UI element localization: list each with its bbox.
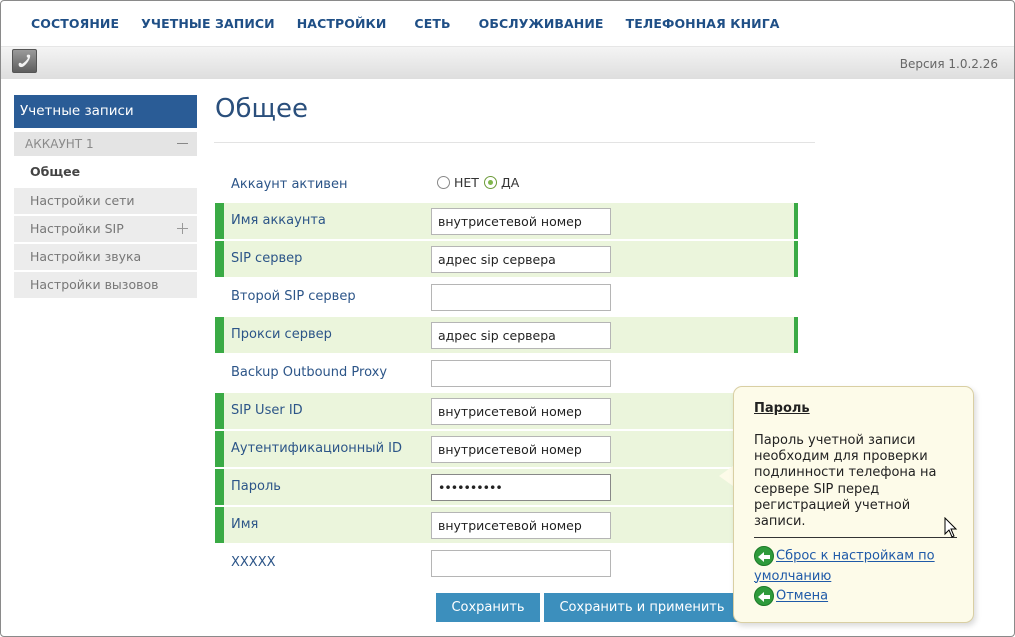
field-row: SIP User ID xyxy=(215,393,798,429)
field-label: Пароль xyxy=(231,479,281,494)
expand-icon[interactable] xyxy=(177,223,188,234)
account-active-radios: НЕТ ДА xyxy=(437,175,524,190)
sidebar-section-accounts[interactable]: Учетные записи xyxy=(14,95,197,128)
sidebar-account-1[interactable]: АККАУНТ 1 xyxy=(14,132,197,156)
nav-network[interactable]: СЕТЬ xyxy=(414,16,450,31)
tooltip-pointer xyxy=(719,466,733,486)
sidebar-item-audio[interactable]: Настройки звука xyxy=(14,244,197,270)
secondary-sip-server-input[interactable] xyxy=(431,284,611,311)
header-bar xyxy=(1,46,1014,79)
mouse-cursor-icon xyxy=(944,517,958,538)
xxxxx-input[interactable] xyxy=(431,550,611,577)
sidebar-item-calls[interactable]: Настройки вызовов xyxy=(14,272,197,298)
firmware-version: Версия 1.0.2.26 xyxy=(899,57,998,71)
field-label: Backup Outbound Proxy xyxy=(231,365,388,380)
field-row: Прокси сервер xyxy=(215,317,798,353)
field-row: XXXXX xyxy=(215,545,798,581)
account-name-input[interactable] xyxy=(431,208,611,235)
reset-defaults-label: Сброс к настройкам по умолчанию xyxy=(754,548,935,584)
field-label: Имя xyxy=(231,517,259,532)
auth-id-input[interactable] xyxy=(431,436,611,463)
nav-status[interactable]: СОСТОЯНИЕ xyxy=(31,16,119,31)
field-label: Имя аккаунта xyxy=(231,213,326,228)
tooltip-divider xyxy=(754,537,957,538)
field-label: SIP сервер xyxy=(231,251,303,266)
field-row: Аутентификационный ID xyxy=(215,431,798,467)
account-header-label: АККАУНТ 1 xyxy=(25,137,94,151)
password-input[interactable] xyxy=(431,474,611,501)
field-row: Имя аккаунта xyxy=(215,203,798,239)
sidebar-item-general[interactable]: Общее xyxy=(14,159,197,185)
nav-phonebook[interactable]: ТЕЛЕФОННАЯ КНИГА xyxy=(626,16,780,31)
nav-accounts[interactable]: УЧЕТНЫЕ ЗАПИСИ xyxy=(141,16,275,31)
sip-user-id-input[interactable] xyxy=(431,398,611,425)
radio-yes[interactable] xyxy=(483,176,497,189)
field-label: XXXXX xyxy=(231,555,276,570)
cancel-link[interactable]: Отмена xyxy=(754,586,828,607)
reset-defaults-link[interactable]: Сброс к настройкам по умолчанию xyxy=(754,546,973,587)
radio-yes-label: ДА xyxy=(500,175,520,190)
page-title: Общее xyxy=(215,94,308,124)
field-row: Пароль xyxy=(215,469,798,505)
nav-maintenance[interactable]: ОБСЛУЖИВАНИЕ xyxy=(479,16,604,31)
field-row: Backup Outbound Proxy xyxy=(215,355,798,391)
phone-icon xyxy=(12,49,37,73)
proxy-server-input[interactable] xyxy=(431,322,611,349)
save-button[interactable]: Сохранить xyxy=(436,593,540,622)
field-row: Второй SIP сервер xyxy=(215,279,798,315)
back-arrow-icon xyxy=(754,546,774,566)
display-name-input[interactable] xyxy=(431,512,611,539)
cancel-label: Отмена xyxy=(776,588,829,604)
sip-server-input[interactable] xyxy=(431,246,611,273)
field-label: SIP User ID xyxy=(231,403,303,418)
sidebar-item-sip[interactable]: Настройки SIP xyxy=(14,216,197,242)
account-active-label: Аккаунт активен xyxy=(231,177,348,192)
field-row: Имя xyxy=(215,507,798,543)
top-navigation: СОСТОЯНИЕ УЧЕТНЫЕ ЗАПИСИ НАСТРОЙКИ СЕТЬ … xyxy=(1,1,1014,45)
sidebar-item-network[interactable]: Настройки сети xyxy=(14,188,197,214)
save-apply-button[interactable]: Сохранить и применить xyxy=(544,593,740,622)
title-divider xyxy=(214,142,815,143)
sidebar-item-sip-label: Настройки SIP xyxy=(30,221,124,236)
field-row: SIP сервер xyxy=(215,241,798,277)
back-arrow-icon xyxy=(754,586,774,606)
app-window: СОСТОЯНИЕ УЧЕТНЫЕ ЗАПИСИ НАСТРОЙКИ СЕТЬ … xyxy=(0,0,1015,637)
tooltip-title: Пароль xyxy=(754,401,810,416)
field-label: Аутентификационный ID xyxy=(231,441,402,456)
radio-no-label: НЕТ xyxy=(454,175,479,190)
help-tooltip: Пароль Пароль учетной записи необходим д… xyxy=(733,386,974,623)
tooltip-body: Пароль учетной записи необходим для пров… xyxy=(754,433,937,530)
backup-proxy-input[interactable] xyxy=(431,360,611,387)
field-label: Второй SIP сервер xyxy=(231,289,356,304)
nav-settings[interactable]: НАСТРОЙКИ xyxy=(297,16,387,31)
radio-no[interactable] xyxy=(437,176,450,189)
collapse-icon[interactable] xyxy=(177,143,188,144)
field-label: Прокси сервер xyxy=(231,327,332,342)
